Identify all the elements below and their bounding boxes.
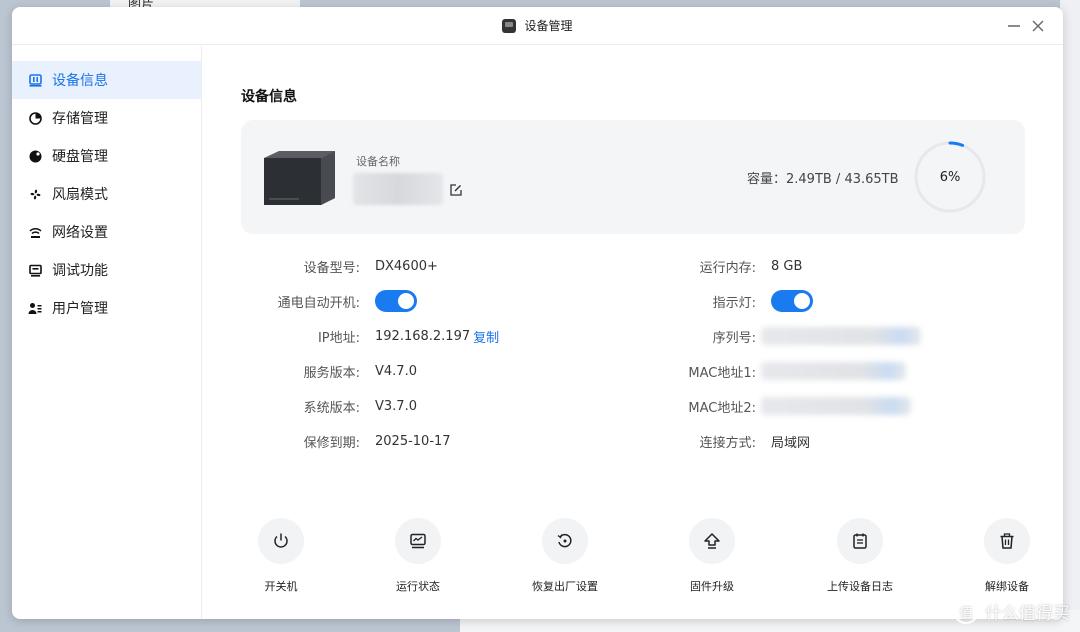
sidebar-item-users[interactable]: 用户管理 xyxy=(12,289,201,327)
sidebar-item-device-info[interactable]: 设备信息 xyxy=(12,61,201,99)
unbind-device-button[interactable]: 解绑设备 xyxy=(952,518,1062,594)
info-label: MAC地址2: xyxy=(688,400,756,416)
watermark-text: 什么值得买 xyxy=(985,603,1070,624)
minimize-button[interactable] xyxy=(1003,15,1025,37)
fan-icon xyxy=(28,187,42,201)
sidebar-item-label: 用户管理 xyxy=(52,301,108,317)
sidebar-item-label: 调试功能 xyxy=(52,263,108,279)
info-value: 8 GB xyxy=(771,258,803,274)
sidebar-item-storage[interactable]: 存储管理 xyxy=(12,99,201,137)
device-info-icon xyxy=(28,73,42,87)
power-button[interactable]: 开关机 xyxy=(226,518,336,594)
window-title: 设备管理 xyxy=(524,19,573,33)
info-value: 局域网 xyxy=(771,435,811,451)
info-row-serial: 序列号: xyxy=(203,326,921,346)
device-name-label: 设备名称 xyxy=(356,155,400,168)
info-label: 运行内存: xyxy=(699,260,756,276)
sidebar-item-label: 设备信息 xyxy=(52,73,108,89)
monitor-icon xyxy=(28,263,42,277)
sidebar-item-network[interactable]: 网络设置 xyxy=(12,213,201,251)
usage-percent: 6% xyxy=(939,169,961,185)
mac1-value xyxy=(761,362,906,380)
watermark: 值 什么值得买 xyxy=(953,598,1070,624)
indicator-light-toggle[interactable] xyxy=(771,290,813,312)
info-row-mac2: MAC地址2: xyxy=(203,396,911,416)
disk-icon xyxy=(28,149,42,163)
trash-icon xyxy=(1000,533,1014,549)
power-icon xyxy=(274,533,288,548)
info-row-mac1: MAC地址1: xyxy=(203,361,906,381)
factory-reset-button[interactable]: 恢复出厂设置 xyxy=(510,518,620,594)
capacity-text: 容量：2.49TB / 43.65TB xyxy=(747,172,899,187)
wifi-icon xyxy=(28,225,42,239)
background-window-right xyxy=(1060,0,1080,632)
sidebar-item-fan[interactable]: 风扇模式 xyxy=(12,175,201,213)
action-label: 运行状态 xyxy=(396,580,440,593)
info-label: 连接方式: xyxy=(699,435,756,451)
device-name-value xyxy=(353,173,443,205)
nas-device-image xyxy=(264,151,335,205)
app-icon xyxy=(502,18,517,33)
upgrade-icon xyxy=(704,533,720,549)
watermark-badge: 值 xyxy=(953,598,979,624)
info-label: 序列号: xyxy=(712,330,756,346)
status-icon xyxy=(410,533,426,549)
edit-icon[interactable] xyxy=(450,181,462,200)
action-label: 恢复出厂设置 xyxy=(532,580,598,593)
info-row-indicator: 指示灯: xyxy=(203,290,813,312)
action-label: 解绑设备 xyxy=(985,580,1029,593)
minimize-icon xyxy=(1008,25,1020,27)
info-label: 指示灯: xyxy=(712,295,756,311)
upload-log-button[interactable]: 上传设备日志 xyxy=(805,518,915,594)
mac2-value xyxy=(761,397,911,415)
close-button[interactable] xyxy=(1027,15,1049,37)
reset-icon xyxy=(557,533,572,548)
close-icon xyxy=(1032,20,1044,32)
action-label: 上传设备日志 xyxy=(827,580,893,593)
sidebar-item-debug[interactable]: 调试功能 xyxy=(12,251,201,289)
sidebar-item-label: 硬盘管理 xyxy=(52,149,108,165)
pie-icon xyxy=(28,111,42,125)
firmware-upgrade-button[interactable]: 固件升级 xyxy=(657,518,767,594)
info-label: MAC地址1: xyxy=(688,365,756,381)
info-row-connection: 连接方式: 局域网 xyxy=(203,431,810,451)
sidebar-item-label: 网络设置 xyxy=(52,225,108,241)
users-icon xyxy=(28,301,42,315)
sidebar-item-disk[interactable]: 硬盘管理 xyxy=(12,137,201,175)
action-label: 开关机 xyxy=(264,580,298,593)
sidebar: 设备信息 存储管理 硬盘管理 风扇模式 网络设置 调试功能 用户管理 xyxy=(12,46,202,619)
sidebar-item-label: 存储管理 xyxy=(52,111,108,127)
section-title: 设备信息 xyxy=(241,89,297,105)
title-bar: 设备管理 xyxy=(12,7,1063,45)
serial-number-value xyxy=(761,327,921,345)
info-row-memory: 运行内存: 8 GB xyxy=(203,256,803,276)
device-card: 设备名称 容量：2.49TB / 43.65TB 6% xyxy=(241,120,1025,234)
device-management-window: 设备管理 设备信息 存储管理 硬盘管理 风扇模式 网络设置 调试功能 用户管理 … xyxy=(12,7,1063,619)
action-label: 固件升级 xyxy=(690,580,734,593)
run-status-button[interactable]: 运行状态 xyxy=(363,518,473,594)
log-icon xyxy=(853,533,867,549)
main-content: 设备信息 设备名称 容量：2.49TB / 43.65TB 6% 设备型号: D… xyxy=(203,46,1063,619)
sidebar-item-label: 风扇模式 xyxy=(52,187,108,203)
